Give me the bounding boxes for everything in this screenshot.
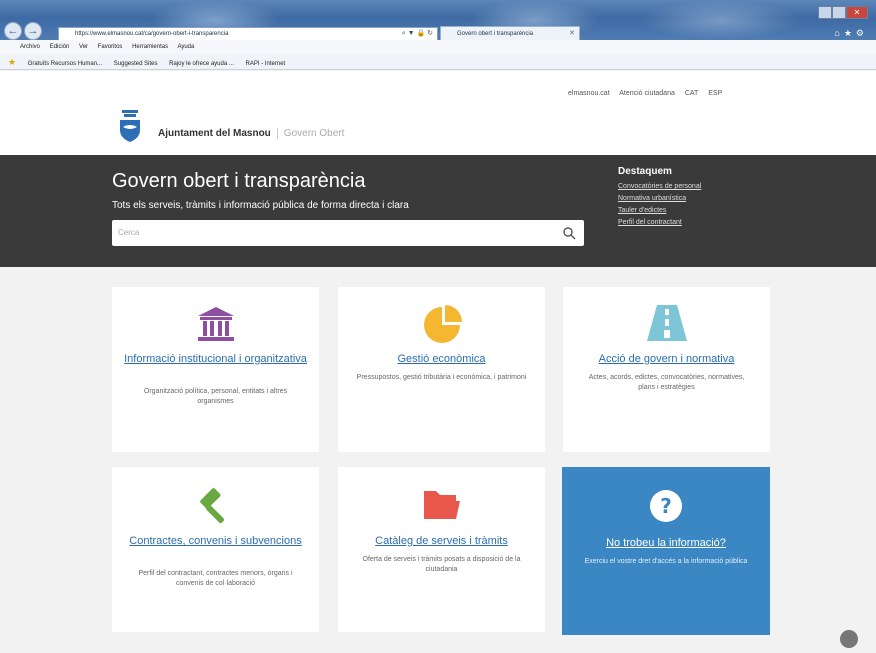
search-placeholder: Cerca [118,228,140,237]
highlights-panel: Destaquem Convocatòries de personal Norm… [618,166,701,231]
page-subtitle: Tots els serveis, tràmits i informació p… [112,200,409,211]
browser-tools[interactable]: ⌂★⚙ [834,28,868,39]
favorite-link[interactable]: RAPI - Internet [246,61,286,67]
highlight-link[interactable]: Convocatòries de personal [618,183,701,190]
card-description: Pressupostos, gestió tributària i econòm… [356,374,527,381]
highlight-link[interactable]: Perfil del contractant [618,219,701,226]
card-title[interactable]: Contractes, convenis i subvencions [122,535,309,548]
home-icon[interactable]: ⌂ [834,28,843,38]
favorites-bar: ★ Gratuïts Recursos Human... Suggested S… [0,54,876,70]
highlight-link[interactable]: Normativa urbanística [618,195,701,202]
favorites-star-icon[interactable]: ★ [8,57,16,67]
maximize-button[interactable] [832,6,846,19]
card-description: Perfil del contractant, contractes menor… [138,570,293,587]
menu-item[interactable]: Ayuda [177,44,194,50]
card-government-action[interactable]: Acció de govern i normativa Actes, acord… [563,287,770,452]
brand-name: Ajuntament del Masnou [158,128,271,139]
language-esp[interactable]: ESP [708,90,722,97]
top-link[interactable]: Atenció ciutadana [619,90,675,97]
favorite-link[interactable]: Gratuïts Recursos Human... [28,61,102,67]
back-button[interactable]: ← [4,22,22,40]
card-contracts[interactable]: Contractes, convenis i subvencions Perfi… [112,467,319,632]
card-description: Organització política, personal, entitat… [143,388,288,405]
top-link[interactable]: elmasnou.cat [568,90,610,97]
card-economic-management[interactable]: Gestió econòmica Pressupostos, gestió tr… [338,287,545,452]
address-bar[interactable]: https://www.elmasnou.cat/ca/govern-obert… [58,27,438,41]
menu-item[interactable]: Herramientas [132,44,168,50]
road-icon [646,305,687,341]
close-icon[interactable]: ✕ [569,27,575,41]
card-title[interactable]: Catàleg de serveis i tràmits [348,535,535,548]
tab-title: Govern obert i transparència [457,31,534,37]
svg-text:?: ? [660,494,672,518]
menu-item[interactable]: Archivo [20,44,40,50]
institution-icon [197,307,234,341]
top-links: elmasnou.cat Atenció ciutadana CAT ESP [568,90,730,97]
card-description: Actes, acords, edictes, convocatòries, n… [588,374,745,391]
menu-bar: Archivo Edición Ver Favoritos Herramient… [0,40,876,54]
highlights-title: Destaquem [618,166,672,177]
window-controls: ✕ [818,6,870,19]
card-services-catalog[interactable]: Catàleg de serveis i tràmits Oferta de s… [338,467,545,632]
help-bubble-icon[interactable] [840,630,858,648]
minimize-button[interactable] [818,6,832,19]
window-close-button[interactable]: ✕ [846,6,868,19]
card-institutional-info[interactable]: Informació institucional i organitzativa… [112,287,319,452]
folder-icon [423,491,460,519]
favorite-link[interactable]: Rajoy le ofrece ayuda ... [169,61,234,67]
search-icon[interactable] [562,226,576,240]
card-title[interactable]: No trobeu la informació? [572,537,760,550]
card-description: Oferta de serveis i tràmits posats a dis… [362,556,521,573]
gear-icon[interactable]: ⚙ [856,28,868,38]
crest-icon[interactable] [118,110,142,142]
page-title: Govern obert i transparència [112,170,366,192]
card-description: Exerciu el vostre dret d'accés a la info… [584,558,748,565]
gavel-icon [199,488,224,524]
card-title[interactable]: Informació institucional i organitzativa [122,353,309,366]
menu-item[interactable]: Edición [50,44,70,50]
question-icon: ? [650,490,682,522]
brand-subtitle: Govern Obert [276,128,345,139]
card-no-info-found[interactable]: ? No trobeu la informació? Exerciu el vo… [562,467,770,635]
forward-button[interactable]: → [24,22,42,40]
menu-item[interactable]: Favoritos [98,44,123,50]
favorite-link[interactable]: Suggested Sites [114,61,158,67]
address-actions-icon[interactable]: ⌕ ▼ 🔒 ↻ [402,28,433,40]
card-title[interactable]: Acció de govern i normativa [573,353,760,366]
menu-item[interactable]: Ver [79,44,88,50]
address-url: https://www.elmasnou.cat/ca/govern-obert… [75,31,229,37]
browser-titlebar: ← → https://www.elmasnou.cat/ca/govern-o… [0,0,876,42]
star-icon[interactable]: ★ [844,28,856,38]
search-input[interactable]: Cerca [112,220,584,246]
highlight-link[interactable]: Tauler d'edictes [618,207,701,214]
pie-chart-icon [423,305,462,343]
taskbar-blur [640,0,800,40]
card-title[interactable]: Gestió econòmica [348,353,535,366]
site-brand[interactable]: Ajuntament del Masnou Govern Obert [158,128,345,139]
language-cat[interactable]: CAT [685,90,698,97]
